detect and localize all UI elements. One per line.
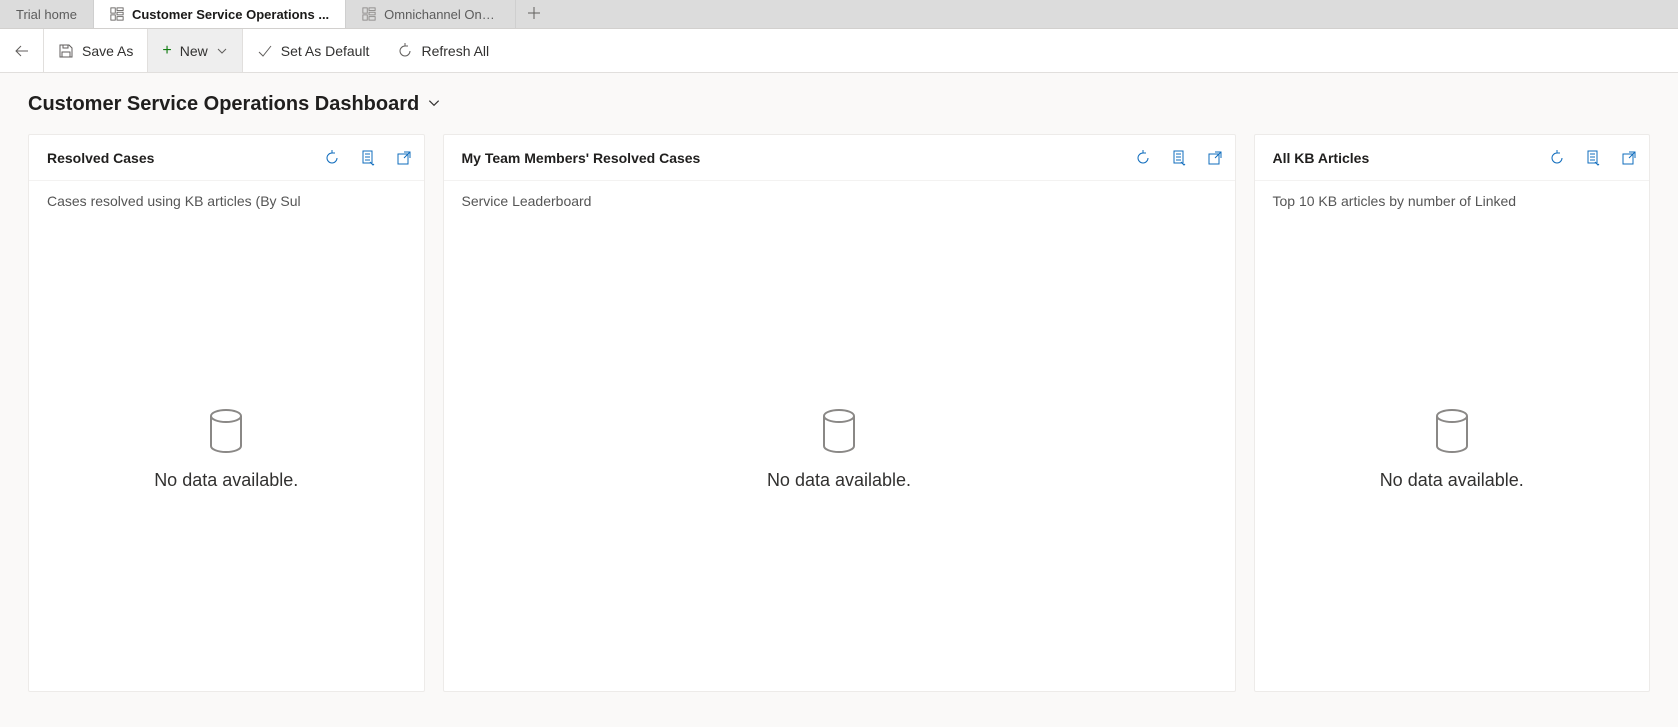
arrow-left-icon [14, 43, 30, 59]
records-icon [1585, 150, 1601, 166]
panel-resolved-cases: Resolved Cases [28, 134, 425, 692]
popout-icon [1207, 150, 1223, 166]
panel-team-resolved-cases: My Team Members' Resolved Cases [443, 134, 1236, 692]
dashboard-icon [110, 7, 124, 21]
tab-new-button[interactable] [516, 0, 552, 28]
database-icon [207, 409, 245, 456]
database-icon [1433, 409, 1471, 456]
popout-icon [1621, 150, 1637, 166]
panel-kb-articles: All KB Articles [1254, 134, 1651, 692]
refresh-icon [1549, 150, 1565, 166]
page-title-dropdown[interactable] [427, 96, 441, 113]
panel-body: No data available. [29, 209, 424, 691]
panel-popout-button[interactable] [1207, 150, 1223, 166]
database-icon [820, 409, 858, 456]
panel-refresh-button[interactable] [324, 150, 340, 166]
page-title: Customer Service Operations Dashboard [28, 93, 419, 116]
tab-trial-home[interactable]: Trial home [0, 0, 94, 28]
tab-omnichannel-label: Omnichannel Ong... [384, 7, 499, 22]
refresh-icon [397, 43, 413, 59]
no-data-message: No data available. [1380, 470, 1524, 491]
save-as-button[interactable]: Save As [44, 29, 148, 72]
no-data-message: No data available. [154, 470, 298, 491]
records-icon [1171, 150, 1187, 166]
panel-subtitle: Service Leaderboard [444, 181, 1235, 209]
chevron-down-icon [216, 45, 228, 57]
set-default-label: Set As Default [281, 43, 370, 59]
refresh-all-label: Refresh All [421, 43, 489, 59]
panel-actions [1135, 150, 1223, 166]
dashboard-icon [362, 7, 376, 21]
page-title-row: Customer Service Operations Dashboard [28, 93, 1650, 116]
panel-header: Resolved Cases [29, 135, 424, 181]
panel-refresh-button[interactable] [1549, 150, 1565, 166]
records-icon [360, 150, 376, 166]
panel-records-button[interactable] [360, 150, 376, 166]
chevron-down-icon [427, 96, 441, 110]
tab-omnichannel[interactable]: Omnichannel Ong... [346, 0, 516, 28]
panel-actions [324, 150, 412, 166]
command-bar: Save As + New Set As Default Refresh All [0, 29, 1678, 73]
panel-body: No data available. [444, 209, 1235, 691]
panel-popout-button[interactable] [396, 150, 412, 166]
panel-refresh-button[interactable] [1135, 150, 1151, 166]
save-as-icon [58, 43, 74, 59]
popout-icon [396, 150, 412, 166]
panel-actions [1549, 150, 1637, 166]
page-body: Customer Service Operations Dashboard Re… [0, 73, 1678, 727]
tab-cs-operations-label: Customer Service Operations ... [132, 7, 329, 22]
back-button[interactable] [0, 29, 44, 72]
panel-records-button[interactable] [1171, 150, 1187, 166]
panel-title: All KB Articles [1273, 150, 1550, 166]
save-as-label: Save As [82, 43, 133, 59]
no-data-message: No data available. [767, 470, 911, 491]
refresh-icon [1135, 150, 1151, 166]
panel-title: My Team Members' Resolved Cases [462, 150, 1135, 166]
panel-subtitle: Cases resolved using KB articles (By Sul [29, 181, 424, 209]
panel-subtitle: Top 10 KB articles by number of Linked [1255, 181, 1650, 209]
new-button[interactable]: + New [148, 29, 242, 72]
panel-header: All KB Articles [1255, 135, 1650, 181]
refresh-icon [324, 150, 340, 166]
tab-strip: Trial home Customer Service Operations .… [0, 0, 1678, 29]
panel-records-button[interactable] [1585, 150, 1601, 166]
dashboard-panels: Resolved Cases [28, 134, 1650, 692]
plus-icon: + [162, 43, 171, 59]
refresh-all-button[interactable]: Refresh All [383, 29, 503, 72]
panel-title: Resolved Cases [47, 150, 324, 166]
new-label: New [180, 43, 208, 59]
panel-body: No data available. [1255, 209, 1650, 691]
tab-trial-home-label: Trial home [16, 7, 77, 22]
tab-cs-operations[interactable]: Customer Service Operations ... [94, 0, 346, 28]
plus-icon [528, 7, 540, 22]
set-default-button[interactable]: Set As Default [243, 29, 384, 72]
panel-header: My Team Members' Resolved Cases [444, 135, 1235, 181]
panel-popout-button[interactable] [1621, 150, 1637, 166]
checkmark-icon [257, 43, 273, 59]
